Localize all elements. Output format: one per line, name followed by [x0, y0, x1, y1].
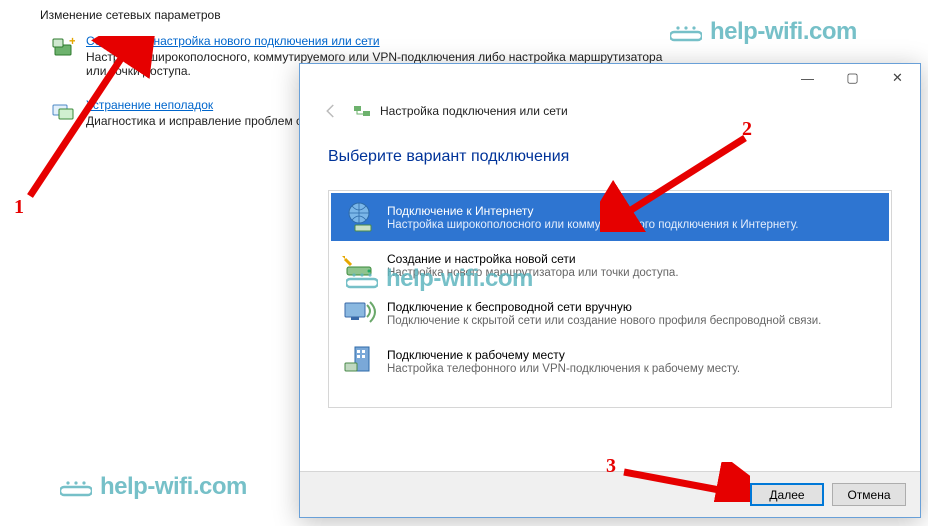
watermark: help-wifi.com — [670, 18, 857, 46]
building-icon — [339, 343, 379, 379]
option-manual-wireless[interactable]: Подключение к беспроводной сети вручную … — [331, 289, 889, 337]
svg-text:+: + — [69, 35, 75, 48]
dialog-title: Выберите вариант подключения — [328, 148, 892, 166]
globe-icon — [339, 199, 379, 235]
dialog-header-text: Настройка подключения или сети — [380, 104, 568, 118]
connection-option-list: Подключение к Интернету Настройка широко… — [328, 190, 892, 408]
option-desc: Настройка нового маршрутизатора или точк… — [387, 267, 679, 279]
connection-wizard-dialog: — ▢ ✕ Настройка подключения или сети Выб… — [299, 63, 921, 518]
option-workplace[interactable]: Подключение к рабочему месту Настройка т… — [331, 337, 889, 385]
close-button[interactable]: ✕ — [875, 64, 920, 92]
watermark: help-wifi.com — [60, 473, 247, 501]
new-connection-icon: + — [50, 34, 76, 60]
network-icon — [354, 103, 370, 119]
dialog-header: Настройка подключения или сети — [300, 92, 920, 130]
option-new-network[interactable]: Создание и настройка новой сети Настройк… — [331, 241, 889, 289]
option-title: Подключение к беспроводной сети вручную — [387, 300, 821, 314]
option-desc: Подключение к скрытой сети или создание … — [387, 315, 821, 327]
annotation-1: 1 — [14, 196, 24, 219]
section-heading: Изменение сетевых параметров — [40, 8, 221, 22]
option-title: Создание и настройка новой сети — [387, 252, 679, 266]
router-icon — [339, 247, 379, 283]
back-button — [318, 98, 344, 124]
monitor-wifi-icon — [339, 295, 379, 331]
option-desc: Настройка телефонного или VPN-подключени… — [387, 363, 740, 375]
create-connection-link[interactable]: Создание и настройка нового подключения … — [86, 34, 670, 48]
option-title: Подключение к рабочему месту — [387, 348, 740, 362]
option-title: Подключение к Интернету — [387, 204, 798, 218]
maximize-button[interactable]: ▢ — [830, 64, 875, 92]
troubleshoot-icon — [50, 98, 76, 124]
cancel-button[interactable]: Отмена — [832, 483, 906, 506]
minimize-button[interactable]: — — [785, 64, 830, 92]
option-desc: Настройка широкополосного или коммутируе… — [387, 219, 798, 231]
dialog-footer: Далее Отмена — [300, 471, 920, 517]
option-internet[interactable]: Подключение к Интернету Настройка широко… — [331, 193, 889, 241]
window-titlebar: — ▢ ✕ — [300, 64, 920, 92]
next-button[interactable]: Далее — [750, 483, 824, 506]
